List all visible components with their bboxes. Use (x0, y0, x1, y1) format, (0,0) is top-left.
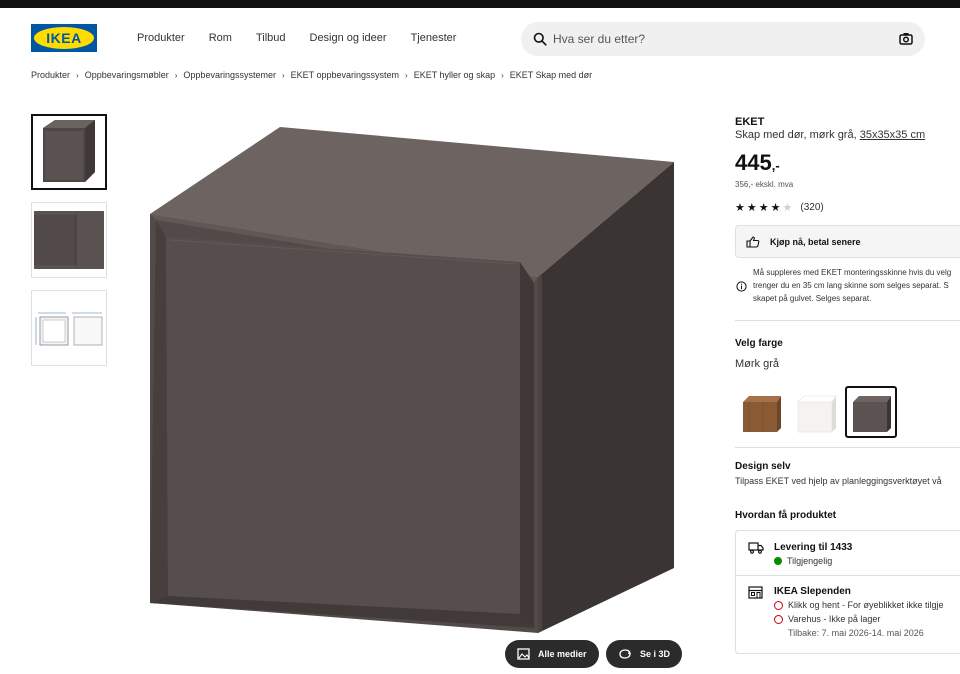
breadcrumb-item[interactable]: EKET Skap med dør (510, 70, 592, 80)
view-3d-button[interactable]: Se i 3D (606, 640, 683, 668)
search-icon (533, 32, 547, 46)
logo-text: IKEA (46, 30, 82, 46)
info-note: Må suppleres med EKET monteringsskinne h… (735, 266, 960, 305)
chevron-right-icon: › (405, 70, 408, 80)
chevron-right-icon: › (281, 70, 285, 80)
store-stock-text: Varehus - Ikke på lager (788, 614, 881, 624)
cabinet-detail-image (32, 203, 106, 277)
rating[interactable]: ★ ★ ★ ★ ★ (320) (735, 201, 824, 214)
shipping-status: Tilgjengelig (774, 556, 832, 566)
ikea-logo[interactable]: IKEA (31, 24, 97, 52)
star-icon: ★ (735, 202, 745, 214)
store-title[interactable]: IKEA Slependen (774, 586, 851, 597)
shipping-status-text: Tilgjengelig (787, 556, 833, 566)
store-icon (748, 586, 763, 599)
nav-item-rom[interactable]: Rom (209, 32, 232, 44)
breadcrumb-item[interactable]: Produkter (31, 70, 70, 80)
available-dot-icon (774, 557, 782, 565)
star-icon: ★ (746, 202, 757, 214)
search-input[interactable] (553, 28, 883, 50)
logo-oval: IKEA (34, 27, 94, 49)
info-line: skapet på gulvet. Selges separat. (753, 294, 872, 303)
info-icon (736, 281, 747, 292)
size-link[interactable]: 35x35x35 cm (860, 129, 925, 141)
store-stock-status: Varehus - Ikke på lager (774, 614, 880, 624)
star-icon: ★ (758, 202, 769, 214)
dark-grey-cabinet-image (853, 396, 891, 432)
info-line: trenger du en 35 cm lang skinne som selg… (753, 281, 949, 290)
nav-item-tjenester[interactable]: Tjenester (411, 32, 457, 44)
search-bar (521, 22, 925, 56)
main-nav: Produkter Rom Tilbud Design og ideer Tje… (137, 32, 480, 44)
view-3d-label: Se i 3D (640, 649, 671, 659)
breadcrumb-item[interactable]: EKET oppbevaringssystem (291, 70, 399, 80)
walnut-cabinet-image (743, 396, 781, 432)
camera-icon[interactable] (899, 32, 913, 45)
product-description: Skap med dør, mørk grå, 35x35x35 cm (735, 129, 925, 141)
breadcrumb-item[interactable]: Oppbevaringsmøbler (85, 70, 169, 80)
click-collect-text: Klikk og hent - For øyeblikket ikke tilg… (788, 600, 944, 610)
thumbnail-detail[interactable] (31, 202, 107, 278)
divider (735, 447, 960, 448)
nav-item-produkter[interactable]: Produkter (137, 32, 185, 44)
selected-color-name: Mørk grå (735, 358, 779, 370)
product-main-image[interactable] (130, 100, 700, 669)
star-icon: ★ (770, 202, 781, 214)
color-option-walnut[interactable] (735, 386, 787, 438)
delivery-options-box: Levering til 1433 Tilgjengelig IKEA Slep… (735, 530, 960, 654)
delivery-heading: Hvordan få produktet (735, 510, 837, 521)
price-suffix: ,- (771, 158, 780, 173)
buy-now-label: Kjøp nå, betal senere (770, 236, 861, 247)
white-cabinet-image (797, 395, 837, 433)
product-description-text: Skap med dør, mørk grå, (735, 129, 860, 141)
nav-item-tilbud[interactable]: Tilbud (256, 32, 286, 44)
color-option-white[interactable] (790, 386, 842, 438)
top-bar (0, 0, 960, 8)
price-value: 445 (735, 150, 772, 175)
chevron-right-icon: › (501, 70, 504, 80)
site-header: IKEA Produkter Rom Tilbud Design og idee… (0, 8, 960, 70)
truck-icon (748, 542, 764, 554)
color-option-dark-grey[interactable] (845, 386, 897, 438)
design-text[interactable]: Tilpass EKET ved hjelp av planleggingsve… (735, 476, 942, 486)
thumbnail-front[interactable] (31, 114, 107, 190)
price-ex-vat: 356,- ekskl. mva (735, 180, 794, 189)
cabinet-image (150, 127, 674, 633)
thumbnail-dimensions[interactable] (31, 290, 107, 366)
info-line: Må suppleres med EKET monteringsskinne h… (753, 268, 952, 277)
unavailable-dot-icon (774, 614, 783, 624)
gallery-icon (517, 648, 530, 660)
rating-count: (320) (800, 202, 824, 213)
design-heading: Design selv (735, 461, 791, 472)
breadcrumb-item[interactable]: Oppbevaringssystemer (183, 70, 276, 80)
cabinet-thumbnail-image (43, 120, 95, 182)
unavailable-dot-icon (774, 600, 783, 610)
buy-now-pay-later-button[interactable]: Kjøp nå, betal senere (735, 225, 960, 258)
breadcrumb: Produkter › Oppbevaringsmøbler › Oppbevari… (31, 70, 592, 80)
color-heading: Velg farge (735, 338, 783, 349)
breadcrumb-item[interactable]: EKET hyller og skap (414, 70, 495, 80)
all-media-button[interactable]: Alle medier (505, 640, 599, 668)
thumbs-up-icon (746, 235, 760, 248)
product-price: 445,- (735, 150, 780, 176)
nav-item-design[interactable]: Design og ideer (310, 32, 387, 44)
product-name: EKET (735, 116, 765, 128)
chevron-right-icon: › (174, 70, 178, 80)
chevron-right-icon: › (76, 70, 79, 80)
star-empty-icon: ★ (782, 202, 793, 214)
dimension-drawing-image (32, 291, 106, 365)
all-media-label: Alle medier (538, 649, 587, 659)
click-collect-status: Klikk og hent - For øyeblikket ikke tilg… (774, 600, 944, 610)
rotate-3d-icon (619, 649, 631, 659)
divider (735, 320, 960, 321)
box-divider (736, 575, 960, 576)
shipping-title[interactable]: Levering til 1433 (774, 542, 852, 553)
restock-date: Tilbake: 7. mai 2026-14. mai 2026 (788, 628, 924, 638)
